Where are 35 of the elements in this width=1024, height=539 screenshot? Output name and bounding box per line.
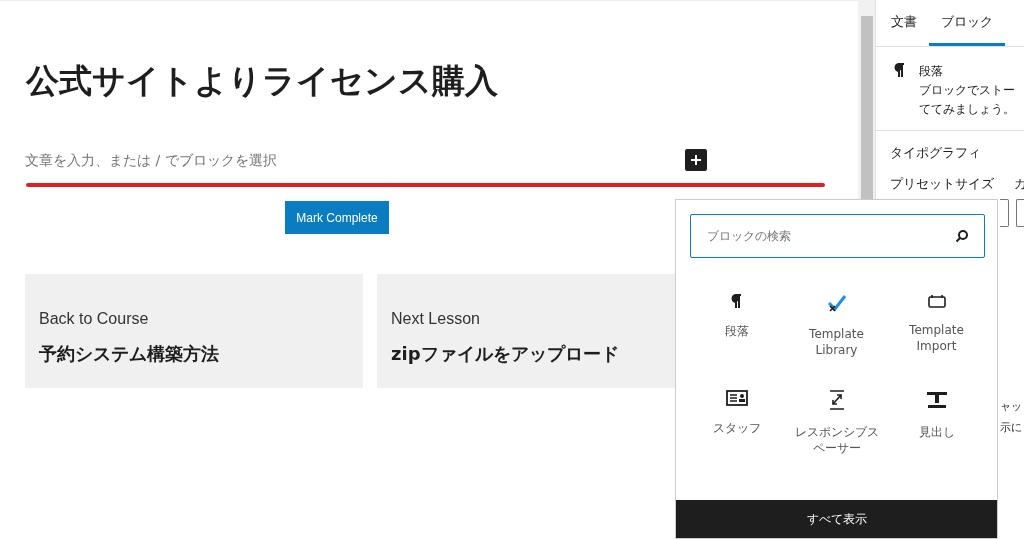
field-label: プリセットサイズ (890, 176, 994, 193)
field-label: カ (1014, 176, 1024, 193)
sidebar-tab[interactable]: ブロック (929, 0, 1005, 46)
paragraph-icon (894, 63, 905, 78)
block-search-field[interactable]: ブロックの検索 (690, 214, 985, 258)
resize-arrow-icon (827, 390, 846, 410)
heading-icon (925, 390, 948, 410)
select-field[interactable] (1015, 199, 1024, 227)
block-description: ブロックでストー (919, 82, 1015, 99)
block-item[interactable]: 見出し (886, 384, 987, 462)
show-all-button[interactable]: すべて表示 (676, 500, 997, 538)
nav-label: Back to Course (39, 310, 150, 328)
lesson-title: zipファイルをアップロード (391, 342, 620, 366)
setting-text: 示に (1000, 420, 1023, 435)
nav-label: Next Lesson (391, 310, 481, 328)
section-heading: タイポグラフィ (890, 145, 982, 162)
block-item[interactable]: Template Library (786, 288, 887, 364)
block-item[interactable]: レスポンシブスペーサー (786, 384, 887, 462)
select-field[interactable] (1000, 199, 1009, 227)
setting-text: ャッ (1000, 399, 1023, 414)
sidebar-tab[interactable]: 文書 (879, 0, 929, 46)
mark-complete-button[interactable]: Mark Complete (285, 201, 389, 234)
post-title[interactable]: 公式サイトよりライセンス購入 (26, 59, 827, 103)
lesson-title: 予約システム構築方法 (39, 342, 220, 366)
search-icon (955, 229, 969, 243)
checkmark-icon (826, 294, 847, 312)
id-card-icon (725, 390, 748, 406)
paragraph-icon (731, 294, 742, 309)
block-description: ててみましょう。 (919, 101, 1015, 118)
box-icon (927, 294, 946, 308)
lesson-nav-card[interactable]: Back to Course 予約システム構築方法 (25, 274, 363, 388)
plus-icon (690, 154, 702, 166)
block-item[interactable]: Template Import (886, 288, 987, 364)
block-name: 段落 (919, 63, 944, 80)
add-block-button[interactable] (685, 149, 707, 171)
